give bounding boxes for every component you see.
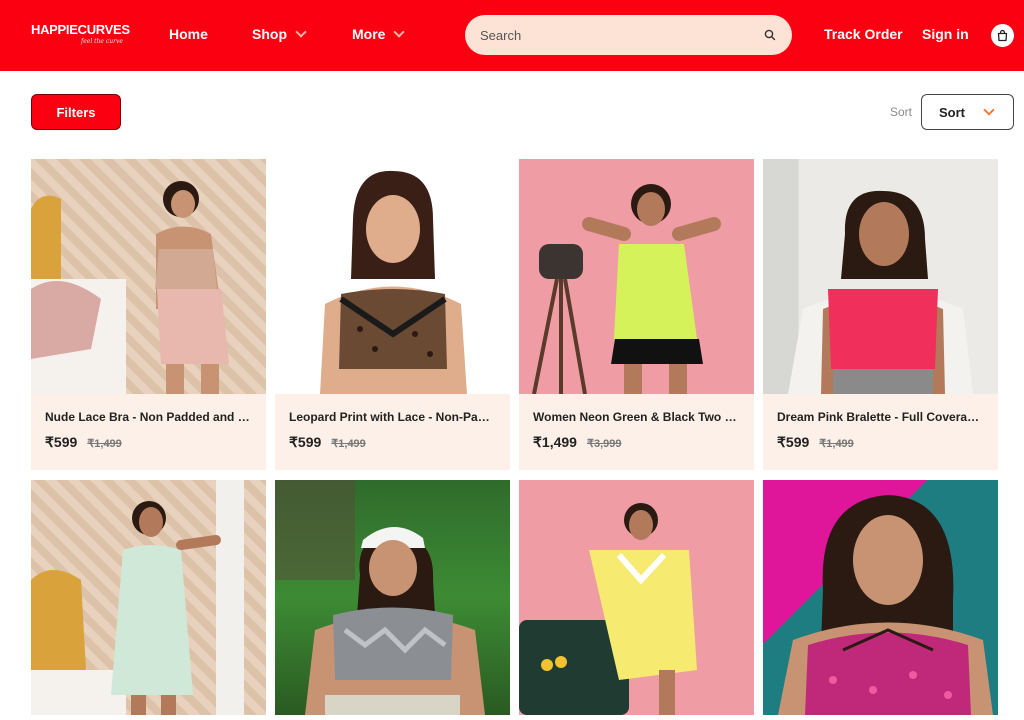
product-price: ₹599 [289,434,322,450]
site-header: HAPPIECURVES feel the curve Home Shop Mo… [0,0,1024,71]
sign-in-link[interactable]: Sign in [922,26,969,42]
product-title[interactable]: Women Neon Green & Black Two Pie... [533,410,740,424]
product-photo [788,190,973,394]
product-card[interactable]: Nude Lace Bra - Non Padded and Wi... ₹59… [31,159,266,470]
product-photo [31,181,229,394]
product-card[interactable] [275,480,510,715]
product-info: Dream Pink Bralette - Full Coverage... ₹… [763,394,998,470]
track-order-link[interactable]: Track Order [824,26,903,42]
product-image[interactable] [31,480,266,715]
filters-button[interactable]: Filters [31,94,121,130]
product-image[interactable] [275,159,510,394]
cart-button[interactable] [991,24,1014,47]
nav-shop[interactable]: Shop [252,25,307,42]
nav-more-label: More [352,26,386,42]
product-original-price: ₹1,499 [819,438,854,450]
chevron-down-icon [295,25,307,38]
product-title[interactable]: Leopard Print with Lace - Non-Padd... [289,410,496,424]
nav-home[interactable]: Home [169,26,208,42]
product-image[interactable] [275,480,510,715]
shopping-bag-icon [997,29,1008,42]
product-photo [31,480,244,715]
product-info: Leopard Print with Lace - Non-Padd... ₹5… [275,394,510,470]
product-original-price: ₹3,999 [586,438,622,450]
product-card[interactable] [31,480,266,715]
product-image[interactable] [763,480,998,715]
product-card[interactable]: Leopard Print with Lace - Non-Padd... ₹5… [275,159,510,470]
product-original-price: ₹1,499 [87,438,122,450]
nav-home-label: Home [169,26,208,42]
product-title[interactable]: Nude Lace Bra - Non Padded and Wi... [45,410,252,424]
search-bar [465,15,792,55]
product-photo [532,184,721,394]
product-image[interactable] [519,159,754,394]
product-photo [778,495,993,715]
product-price: ₹1,499 [533,434,577,450]
product-title[interactable]: Dream Pink Bralette - Full Coverage... [777,410,984,424]
product-info: Women Neon Green & Black Two Pie... ₹1,4… [519,394,754,470]
sign-in-label: Sign in [922,26,969,42]
product-photo [320,170,467,394]
chevron-down-icon [393,25,406,38]
product-card[interactable] [763,480,998,715]
search-icon[interactable] [763,28,777,42]
product-photo [519,503,697,715]
sort-label: Sort [890,105,913,119]
chevron-down-icon [983,103,995,116]
product-info: Nude Lace Bra - Non Padded and Wi... ₹59… [31,394,266,470]
product-image[interactable] [763,159,998,394]
brand-name: HAPPIECURVES [31,22,130,37]
nav-more[interactable]: More [352,25,406,42]
brand-logo[interactable]: HAPPIECURVES feel the curve [31,22,130,50]
sort-dropdown[interactable]: Sort [921,94,1014,130]
product-price: ₹599 [45,434,78,450]
search-input[interactable] [480,27,763,43]
product-price: ₹599 [777,434,810,450]
sort-value: Sort [939,104,965,120]
product-original-price: ₹1,499 [331,438,366,450]
track-order-label: Track Order [824,26,903,42]
brand-tagline: feel the curve [81,38,123,45]
product-image[interactable] [31,159,266,394]
product-photo [275,480,485,715]
product-card[interactable]: Women Neon Green & Black Two Pie... ₹1,4… [519,159,754,470]
product-image[interactable] [519,480,754,715]
product-card[interactable]: Dream Pink Bralette - Full Coverage... ₹… [763,159,998,470]
nav-shop-label: Shop [252,26,287,42]
product-card[interactable] [519,480,754,715]
